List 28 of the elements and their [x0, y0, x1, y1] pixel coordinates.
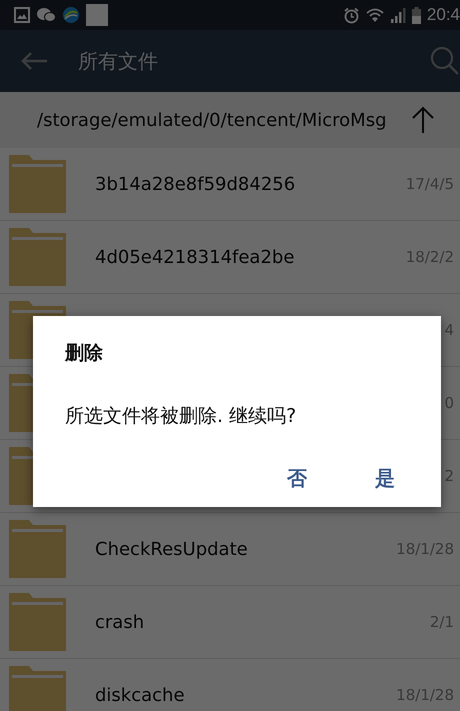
folder-icon	[9, 228, 66, 286]
file-name: diskcache	[95, 684, 185, 706]
dialog-button[interactable]: 是	[361, 461, 409, 496]
blank-notification-icon	[86, 4, 108, 26]
file-name: crash	[95, 612, 144, 632]
toolbar-title: 所有文件	[78, 48, 159, 74]
folder-icon	[9, 155, 66, 213]
clock-time: 20:4	[426, 5, 460, 25]
file-name: 3b14a28e8f59d84256	[95, 174, 296, 194]
folder-icon	[9, 593, 66, 651]
folder-icon	[9, 666, 66, 711]
folder-path: /storage/emulated/0/tencent/MicroMsg	[37, 110, 387, 130]
folder-icon	[9, 520, 66, 578]
battery-icon	[412, 6, 421, 24]
dialog-title: 删除	[65, 341, 104, 366]
dialog-message: 所选文件将被删除. 继续吗?	[65, 404, 298, 429]
carrier-logo-icon	[62, 6, 80, 24]
wifi-icon	[366, 8, 384, 22]
picture-icon	[14, 7, 30, 23]
dialog-button[interactable]: 否	[273, 461, 321, 496]
file-name: 4d05e4218314fea2be	[95, 246, 294, 268]
chat-bubbles-icon	[36, 7, 56, 23]
search-icon[interactable]	[430, 46, 458, 76]
alarm-icon	[342, 6, 360, 24]
up-arrow-icon[interactable]	[410, 106, 435, 134]
file-name: CheckResUpdate	[95, 538, 248, 560]
signal-icon	[390, 8, 406, 22]
back-arrow-icon[interactable]	[20, 51, 48, 71]
